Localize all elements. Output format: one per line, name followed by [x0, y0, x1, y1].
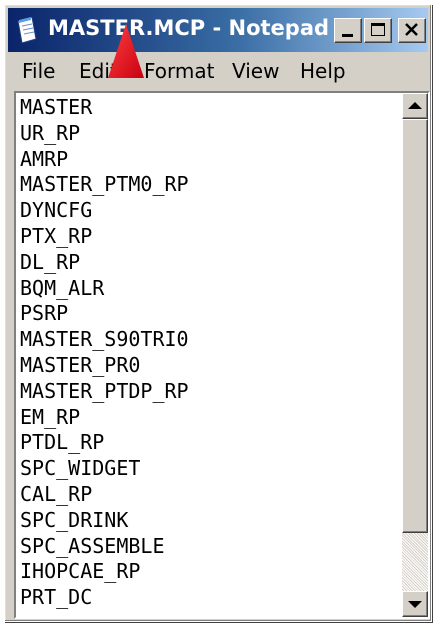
menu-bar: File Edit Format View Help: [8, 54, 428, 88]
menu-view[interactable]: View: [232, 59, 279, 83]
menu-file[interactable]: File: [22, 59, 55, 83]
text-line[interactable]: EM_RP: [20, 405, 400, 431]
text-line[interactable]: MASTER_PTDP_RP: [20, 379, 400, 405]
notepad-window: MASTER.MCP - Notepad File Edit Format Vi…: [4, 4, 432, 622]
text-line[interactable]: MASTER_S90TRI0: [20, 327, 400, 353]
text-line[interactable]: PTDL_RP: [20, 430, 400, 456]
text-line[interactable]: MASTER_PR0: [20, 353, 400, 379]
text-line[interactable]: PSRP: [20, 301, 400, 327]
close-icon: [405, 23, 418, 36]
title-bar[interactable]: MASTER.MCP - Notepad: [8, 8, 428, 52]
text-line[interactable]: IHOPCAE_RP: [20, 559, 400, 585]
scroll-down-arrow-icon: [408, 601, 422, 608]
text-line[interactable]: CAL_RP: [20, 482, 400, 508]
minimize-icon: [342, 34, 353, 37]
scroll-up-arrow-icon: [408, 102, 422, 109]
scroll-thumb[interactable]: [402, 119, 428, 533]
menu-help[interactable]: Help: [300, 59, 346, 83]
maximize-button[interactable]: [364, 18, 392, 43]
text-line[interactable]: DL_RP: [20, 250, 400, 276]
red-triangle-pointer-icon: [108, 24, 144, 78]
text-line[interactable]: MASTER: [20, 95, 400, 121]
text-line[interactable]: SPC_WIDGET: [20, 456, 400, 482]
text-line[interactable]: MASTER_PTM0_RP: [20, 172, 400, 198]
text-line[interactable]: SPC_ASSEMBLE: [20, 534, 400, 560]
text-line[interactable]: BQM_ALR: [20, 276, 400, 302]
scroll-up-button[interactable]: [402, 93, 428, 119]
minimize-button[interactable]: [334, 18, 362, 43]
notepad-app-icon[interactable]: [16, 16, 38, 44]
text-line[interactable]: PRT_DC: [20, 585, 400, 611]
scroll-down-button[interactable]: [402, 591, 428, 617]
text-editor[interactable]: MASTER UR_RP AMRP MASTER_PTM0_RP DYNCFG PTX_R…: [14, 91, 430, 619]
window-title: MASTER.MCP - Notepad: [48, 16, 330, 40]
menu-format[interactable]: Format: [144, 59, 214, 83]
text-line[interactable]: DYNCFG: [20, 198, 400, 224]
text-line[interactable]: SPC_DRINK: [20, 508, 400, 534]
text-line[interactable]: UR_RP: [20, 121, 400, 147]
editor-text[interactable]: MASTER UR_RP AMRP MASTER_PTM0_RP DYNCFG PTX_R…: [20, 95, 400, 615]
text-line[interactable]: AMRP: [20, 147, 400, 173]
scroll-track[interactable]: [402, 533, 428, 591]
close-button[interactable]: [398, 18, 426, 43]
text-line[interactable]: PTX_RP: [20, 224, 400, 250]
maximize-icon: [371, 23, 385, 36]
vertical-scrollbar[interactable]: [402, 93, 428, 617]
